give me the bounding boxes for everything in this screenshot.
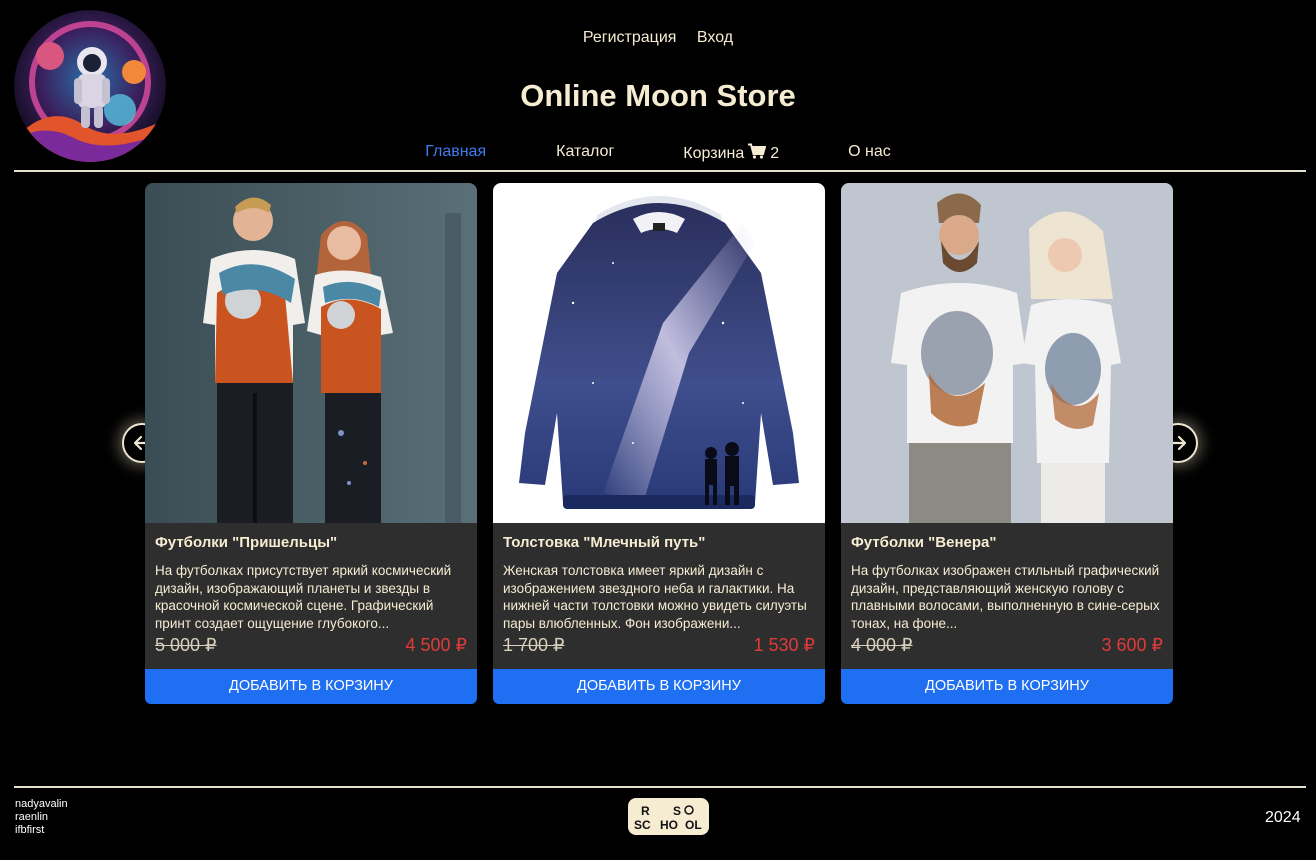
product-card-body: Толстовка "Млечный путь" Женская толстов… — [493, 523, 825, 669]
page-title: Online Moon Store — [520, 78, 796, 113]
author-link[interactable]: ifbfirst — [15, 824, 68, 837]
nav-item-cart[interactable]: Корзина 2 — [683, 143, 779, 164]
new-price: 3 600 ₽ — [1101, 635, 1164, 655]
product-carousel: Футболки "Пришельцы" На футболках присут… — [145, 183, 1173, 704]
add-to-cart-button[interactable]: ДОБАВИТЬ В КОРЗИНУ — [145, 669, 477, 704]
footer-divider — [14, 786, 1306, 788]
old-price: 5 000 ₽ — [155, 635, 217, 655]
cart-count: 2 — [770, 144, 780, 162]
product-prices: 5 000 ₽ 4 500 ₽ — [155, 635, 467, 656]
product-card: Футболки "Пришельцы" На футболках присут… — [145, 183, 477, 704]
product-title[interactable]: Футболки "Пришельцы" — [155, 534, 467, 551]
old-price: 4 000 ₽ — [851, 635, 913, 655]
product-title[interactable]: Толстовка "Млечный путь" — [503, 534, 815, 551]
header-divider — [14, 170, 1306, 172]
school-logo-ol: OL — [685, 818, 702, 832]
new-price: 1 530 ₽ — [753, 635, 816, 655]
school-logo-sc: SC — [634, 818, 651, 832]
product-title[interactable]: Футболки "Венера" — [851, 534, 1163, 551]
author-link[interactable]: nadyavalin — [15, 798, 68, 811]
copyright-year: 2024 — [1265, 809, 1301, 826]
product-card-body: Футболки "Пришельцы" На футболках присут… — [145, 523, 477, 669]
product-card-body: Футболки "Венера" На футболках изображен… — [841, 523, 1173, 669]
nav-item-cart-label: Корзина — [683, 144, 745, 162]
login-link[interactable]: Вход — [697, 29, 733, 46]
nav-item-catalog[interactable]: Каталог — [556, 143, 614, 164]
authors-list: nadyavalin raenlin ifbfirst — [15, 798, 68, 837]
product-prices: 4 000 ₽ 3 600 ₽ — [851, 635, 1163, 656]
old-price: 1 700 ₽ — [503, 635, 565, 655]
auth-links: Регистрация Вход — [0, 29, 1316, 47]
author-link[interactable]: raenlin — [15, 811, 68, 824]
product-image-milky-way-hoodie[interactable] — [493, 183, 825, 523]
school-logo-s: S — [673, 804, 681, 818]
new-price: 4 500 ₽ — [405, 635, 468, 655]
cart-icon — [748, 143, 767, 164]
product-prices: 1 700 ₽ 1 530 ₽ — [503, 635, 815, 656]
product-card: Футболки "Венера" На футболках изображен… — [841, 183, 1173, 704]
nav-item-home[interactable]: Главная — [425, 143, 486, 164]
add-to-cart-button[interactable]: ДОБАВИТЬ В КОРЗИНУ — [493, 669, 825, 704]
product-image-aliens-tshirts[interactable] — [145, 183, 477, 523]
add-to-cart-button[interactable]: ДОБАВИТЬ В КОРЗИНУ — [841, 669, 1173, 704]
product-description: На футболках присутствует яркий космичес… — [155, 563, 452, 631]
product-description: Женская толстовка имеет яркий дизайн с и… — [503, 563, 807, 631]
school-logo-ho: HO — [660, 818, 678, 832]
school-logo-r: R — [641, 804, 650, 818]
rs-school-logo[interactable]: R S SC HO OL — [628, 798, 709, 835]
product-image-venus-tshirts[interactable] — [841, 183, 1173, 523]
product-card: Толстовка "Млечный путь" Женская толстов… — [493, 183, 825, 704]
register-link[interactable]: Регистрация — [583, 29, 677, 46]
main-nav: Главная Каталог Корзина 2 О нас — [0, 143, 1316, 164]
nav-item-about[interactable]: О нас — [848, 143, 891, 164]
product-description: На футболках изображен стильный графичес… — [851, 563, 1160, 631]
